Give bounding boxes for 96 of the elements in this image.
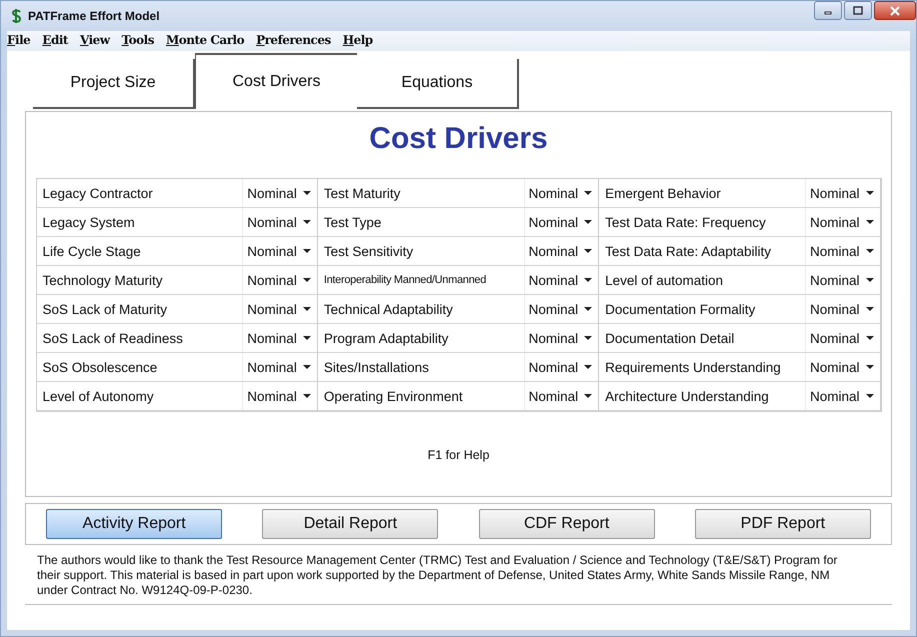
caret-icon xyxy=(302,394,311,398)
report-button[interactable]: Activity Report xyxy=(46,509,222,539)
dropdown[interactable]: Nominal xyxy=(524,237,598,265)
driver-label: Requirements Understanding xyxy=(604,360,782,374)
driver-label: Level of Autonomy xyxy=(42,388,155,404)
report-button[interactable]: CDF Report xyxy=(478,509,655,539)
driver-label: Legacy Contractor xyxy=(42,186,154,200)
menu-item[interactable]: Monte Carlo xyxy=(166,33,244,51)
caret-icon xyxy=(302,249,311,253)
maximize-button[interactable] xyxy=(844,1,872,20)
driver-label: Technology Maturity xyxy=(42,272,164,288)
caret-icon xyxy=(302,220,311,224)
caret-icon xyxy=(302,191,311,195)
caret-icon xyxy=(584,249,592,253)
dropdown[interactable]: Nominal xyxy=(242,353,317,381)
help-hint: F1 for Help xyxy=(428,448,490,462)
maximize-icon xyxy=(852,6,864,16)
dropdown[interactable]: Nominal xyxy=(242,295,317,323)
caret-icon xyxy=(302,307,311,311)
caret-icon xyxy=(866,249,874,253)
driver-label: Sites/Installations xyxy=(322,360,430,374)
dropdown[interactable]: Nominal xyxy=(242,266,317,294)
driver-label: Test Sensitivity xyxy=(322,244,414,258)
tab[interactable]: Project Size xyxy=(33,59,195,109)
driver-label: Documentation Formality xyxy=(604,302,756,316)
window-title: PATFrame Effort Model xyxy=(28,9,160,23)
menu-item[interactable]: Edit xyxy=(42,33,68,51)
dropdown[interactable]: Nominal xyxy=(804,266,880,294)
dropdown[interactable]: Nominal xyxy=(524,353,598,381)
driver-label: SoS Lack of Readiness xyxy=(42,330,184,346)
panel-heading: Cost Drivers xyxy=(369,122,548,156)
dropdown[interactable]: Nominal xyxy=(242,237,317,265)
driver-label: Test Maturity xyxy=(322,186,402,200)
caret-icon xyxy=(866,220,874,224)
acknowledgement-text: The authors would like to thank the Test Resource Management Center (TRMC) Test and Evaluation / Science and Technology (T&E/S&T) Program for their support. This material is based in part upon work supported by the Department of Defense, United States Army, White Sands Missile Range, NM under Contract No. W9124Q-09-P-0230. xyxy=(25,553,892,605)
caret-icon xyxy=(584,336,592,340)
driver-label: Architecture Understanding xyxy=(604,388,770,404)
driver-label: Test Type xyxy=(322,214,382,230)
dropdown[interactable]: Nominal xyxy=(524,295,598,323)
tab[interactable]: Cost Drivers xyxy=(195,53,357,109)
dropdown[interactable]: Nominal xyxy=(804,353,880,381)
dropdown[interactable]: Nominal xyxy=(804,237,880,265)
driver-label: Documentation Detail xyxy=(604,330,736,346)
dropdown[interactable]: Nominal xyxy=(804,179,880,207)
dropdown[interactable]: Nominal xyxy=(242,324,317,352)
driver-label: Emergent Behavior xyxy=(604,186,722,200)
menu-item[interactable]: File xyxy=(7,33,30,51)
driver-label: Life Cycle Stage xyxy=(42,244,142,258)
close-icon xyxy=(889,6,901,16)
driver-label: Test Data Rate: Adaptability xyxy=(604,244,772,258)
caret-icon xyxy=(302,336,311,340)
dropdown[interactable]: Nominal xyxy=(804,208,880,236)
driver-label: SoS Obsolescence xyxy=(42,360,158,374)
caret-icon xyxy=(866,278,874,282)
menu-item[interactable]: Help xyxy=(342,33,373,51)
dropdown[interactable]: Nominal xyxy=(524,266,598,294)
dropdown[interactable]: Nominal xyxy=(524,179,598,207)
driver-label: Technical Adaptability xyxy=(322,302,454,316)
driver-label: Legacy System xyxy=(42,214,136,230)
dropdown[interactable]: Nominal xyxy=(242,179,317,207)
dropdown[interactable]: Nominal xyxy=(524,382,598,410)
caret-icon xyxy=(302,365,311,369)
driver-label: Interoperability Manned/Unmanned xyxy=(322,274,488,286)
caret-icon xyxy=(302,278,311,282)
minimize-button[interactable] xyxy=(814,1,842,20)
tab[interactable]: Equations xyxy=(357,59,519,109)
driver-label: Level of automation xyxy=(604,272,724,288)
caret-icon xyxy=(584,394,592,398)
dropdown[interactable]: Nominal xyxy=(804,295,880,323)
caret-icon xyxy=(584,365,592,369)
menu-item[interactable]: Tools xyxy=(122,33,154,51)
driver-label: Test Data Rate: Frequency xyxy=(604,214,767,230)
caret-icon xyxy=(866,394,874,398)
caret-icon xyxy=(866,336,874,340)
caret-icon xyxy=(584,220,592,224)
dollar-icon xyxy=(11,8,22,24)
menu-item[interactable]: View xyxy=(80,33,110,51)
caret-icon xyxy=(584,278,592,282)
dropdown[interactable]: Nominal xyxy=(242,208,317,236)
caret-icon xyxy=(584,191,592,195)
caret-icon xyxy=(866,365,874,369)
dropdown[interactable]: Nominal xyxy=(804,324,880,352)
caret-icon xyxy=(866,307,874,311)
driver-label: Operating Environment xyxy=(322,388,464,404)
driver-label: SoS Lack of Maturity xyxy=(42,302,168,316)
menu-item[interactable]: Preferences xyxy=(256,33,331,51)
report-button[interactable]: Detail Report xyxy=(262,509,438,539)
caret-icon xyxy=(866,191,874,195)
close-button[interactable] xyxy=(874,1,916,20)
caret-icon xyxy=(584,307,592,311)
report-button[interactable]: PDF Report xyxy=(694,509,871,539)
dropdown[interactable]: Nominal xyxy=(524,324,598,352)
dropdown[interactable]: Nominal xyxy=(524,208,598,236)
dropdown[interactable]: Nominal xyxy=(242,382,317,410)
driver-label: Program Adaptability xyxy=(322,330,450,346)
dropdown[interactable]: Nominal xyxy=(804,382,880,410)
